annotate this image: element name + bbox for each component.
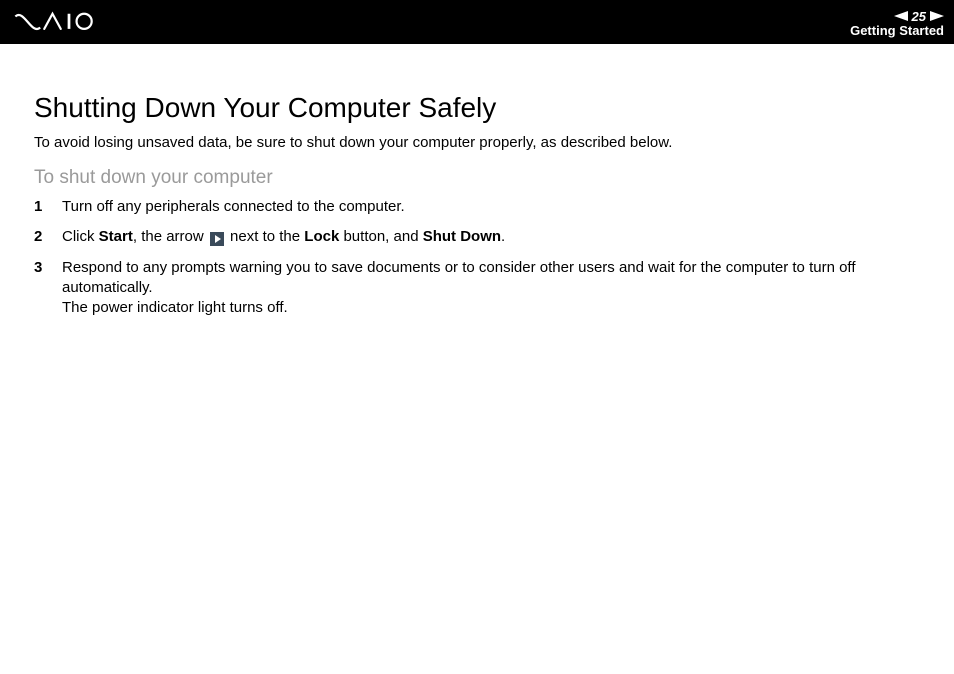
bold-lock: Lock [304,228,339,245]
subheading: To shut down your computer [34,167,926,189]
step-number: 3 [34,258,62,319]
arrow-menu-icon [210,232,224,246]
step-number: 2 [34,227,62,247]
header-bar: 25 Getting Started [0,0,954,44]
page-content: Shutting Down Your Computer Safely To av… [0,44,954,318]
text-fragment: . [501,228,505,245]
page-navigator: 25 [894,10,944,23]
step-text: Click Start, the arrow next to the Lock … [62,227,926,247]
step-number: 1 [34,197,62,217]
text-fragment: button, and [339,228,422,245]
header-right: 25 Getting Started [850,8,944,37]
intro-paragraph: To avoid losing unsaved data, be sure to… [34,134,926,151]
step-text: Turn off any peripherals connected to th… [62,197,926,217]
step-text: Respond to any prompts warning you to sa… [62,258,926,319]
steps-list: 1 Turn off any peripherals connected to … [34,197,926,318]
text-fragment: Click [62,228,99,245]
page-title: Shutting Down Your Computer Safely [34,92,926,124]
section-label: Getting Started [850,24,944,37]
prev-page-arrow-icon[interactable] [894,10,908,23]
step-item: 3 Respond to any prompts warning you to … [34,258,926,319]
text-fragment: , the arrow [133,228,208,245]
step-item: 1 Turn off any peripherals connected to … [34,197,926,217]
bold-shutdown: Shut Down [423,228,501,245]
text-line: The power indicator light turns off. [62,299,288,316]
page-number: 25 [912,10,926,23]
text-fragment: next to the [226,228,304,245]
bold-start: Start [99,228,133,245]
text-line: Respond to any prompts warning you to sa… [62,259,855,296]
next-page-arrow-icon[interactable] [930,10,944,23]
step-item: 2 Click Start, the arrow next to the Loc… [34,227,926,247]
vaio-logo [14,11,124,33]
